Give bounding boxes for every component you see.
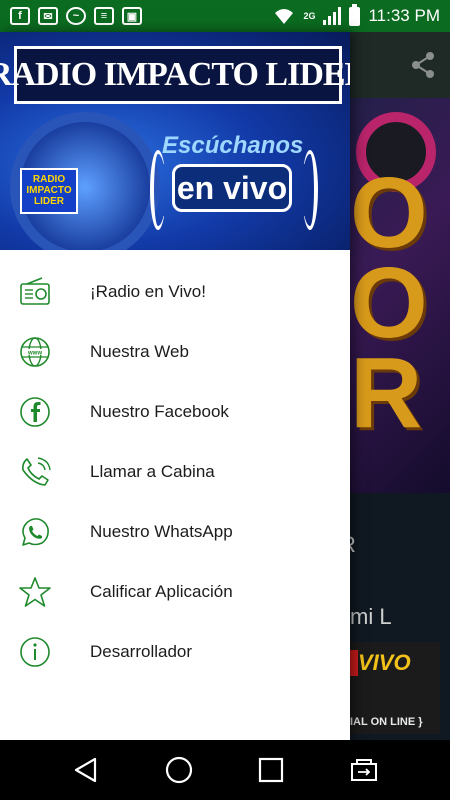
live-badge: en vivo	[172, 164, 292, 212]
station-logo: RADIO IMPACTO LIDER	[20, 168, 78, 214]
mail-icon: ✉	[38, 7, 58, 25]
menu-item-website[interactable]: www Nuestra Web	[0, 322, 350, 382]
artwork-letters: OOR	[350, 157, 428, 449]
star-icon	[0, 575, 90, 609]
menu-item-label: Nuestro WhatsApp	[90, 522, 233, 541]
station-title: RADIO IMPACTO LIDER	[0, 46, 350, 104]
info-icon	[0, 635, 90, 669]
switch-icon	[350, 759, 377, 781]
sound-wave-icon	[302, 150, 318, 230]
navigation-drawer: RADIO IMPACTO LIDER RADIO IMPACTO LIDER …	[0, 32, 350, 740]
facebook-icon	[0, 395, 90, 429]
recents-button[interactable]	[251, 750, 291, 790]
menu-item-label: Llamar a Cabina	[90, 462, 215, 481]
menu-item-developer[interactable]: Desarrollador	[0, 622, 350, 682]
sound-wave-icon	[150, 150, 166, 230]
whatsapp-icon	[0, 515, 90, 549]
switch-button[interactable]	[344, 750, 384, 790]
back-button[interactable]	[66, 750, 106, 790]
photo-icon: ▣	[122, 7, 142, 25]
message-icon: ≡	[94, 7, 114, 25]
share-icon[interactable]	[408, 50, 438, 80]
signal-icon	[323, 7, 342, 25]
menu-item-label: ¡Radio en Vivo!	[90, 282, 206, 301]
tagline: Escúchanos	[162, 132, 304, 159]
banner-accent	[350, 650, 358, 676]
recents-icon	[259, 757, 284, 783]
banner-title: VIVO	[358, 650, 411, 675]
background-artwork: OOR	[350, 98, 450, 493]
banner-subtitle: IAL ON LINE }	[350, 716, 423, 728]
status-bar: f ✉ ~ ≡ ▣ 2G 11:33 PM	[0, 0, 450, 32]
phone-icon	[0, 455, 90, 489]
messenger-icon: ~	[66, 7, 86, 25]
globe-www-icon: www	[0, 335, 90, 369]
menu-item-facebook[interactable]: Nuestro Facebook	[0, 382, 350, 442]
battery-icon	[349, 3, 361, 26]
menu-item-call-studio[interactable]: Llamar a Cabina	[0, 442, 350, 502]
menu-item-whatsapp[interactable]: Nuestro WhatsApp	[0, 502, 350, 562]
system-navigation-bar	[0, 740, 450, 800]
menu-item-label: Nuestro Facebook	[90, 402, 229, 421]
drawer-header: RADIO IMPACTO LIDER RADIO IMPACTO LIDER …	[0, 32, 350, 250]
menu-item-rate-app[interactable]: Calificar Aplicación	[0, 562, 350, 622]
menu-item-label: Calificar Aplicación	[90, 582, 233, 601]
menu-item-radio-live[interactable]: ¡Radio en Vivo!	[0, 262, 350, 322]
network-type: 2G	[303, 10, 316, 21]
app-screen: f ✉ ~ ≡ ▣ 2G 11:33 PM O O R mi L VIVO IA…	[0, 0, 450, 800]
svg-text:www: www	[27, 351, 42, 357]
background-text: mi L	[350, 604, 392, 629]
menu-item-label: Desarrollador	[90, 642, 193, 661]
background-banner: VIVO IAL ON LINE }	[350, 642, 440, 734]
menu-item-label: Nuestra Web	[90, 342, 189, 361]
facebook-icon: f	[10, 7, 30, 25]
back-icon	[75, 757, 97, 783]
wifi-icon	[275, 9, 294, 24]
radio-icon	[0, 275, 90, 309]
clock: 11:33 PM	[368, 6, 440, 25]
home-icon	[165, 756, 192, 784]
home-button[interactable]	[159, 750, 199, 790]
drawer-menu: ¡Radio en Vivo! www Nuestra Web Nuestro …	[0, 262, 350, 682]
